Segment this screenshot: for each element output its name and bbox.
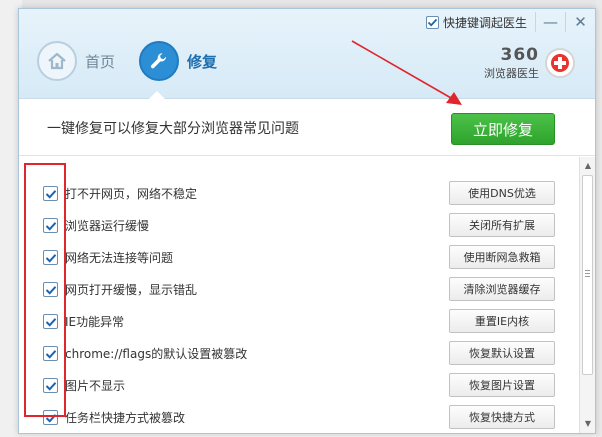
item-action-button[interactable]: 恢复图片设置 — [449, 373, 555, 397]
shortcut-toggle[interactable]: 快捷键调起医生 — [425, 14, 527, 31]
list-item: 任务栏快捷方式被篡改 恢复快捷方式 — [19, 402, 579, 433]
title-bar: 快捷键调起医生 — ✕ — [425, 9, 595, 35]
item-action-button[interactable]: 清除浏览器缓存 — [449, 277, 555, 301]
item-label: IE功能异常 — [65, 315, 125, 329]
medical-cross-icon — [545, 48, 575, 78]
list-item: 网页打开缓慢，显示错乱 清除浏览器缓存 — [19, 274, 579, 306]
item-label: 浏览器运行缓慢 — [65, 219, 150, 233]
tab-home[interactable]: 首页 — [37, 39, 115, 83]
issue-list: 打不开网页，网络不稳定 使用DNS优选 浏览器运行缓慢 关闭所有扩展 网络无法连… — [19, 157, 595, 433]
item-action-button[interactable]: 关闭所有扩展 — [449, 213, 555, 237]
item-label: chrome://flags的默认设置被篡改 — [65, 347, 248, 361]
tab-repair[interactable]: 修复 — [139, 39, 217, 83]
brand-subtitle: 浏览器医生 — [484, 67, 539, 80]
annotation-highlight-box — [24, 163, 66, 417]
item-label: 图片不显示 — [65, 379, 126, 393]
browser-doctor-window: 快捷键调起医生 — ✕ 首页 修复 360 浏览器医生 一键修复可以修复大部分浏… — [18, 8, 596, 434]
item-label: 网络无法连接等问题 — [65, 251, 174, 265]
item-label: 打不开网页，网络不稳定 — [65, 187, 198, 201]
item-action-button[interactable]: 恢复默认设置 — [449, 341, 555, 365]
item-action-button[interactable]: 重置IE内核 — [449, 309, 555, 333]
item-label: 网页打开缓慢，显示错乱 — [65, 283, 198, 297]
shortcut-checkbox[interactable] — [425, 15, 439, 29]
background-right — [596, 0, 602, 437]
home-icon — [37, 41, 77, 81]
scroll-down-icon[interactable]: ▼ — [583, 419, 593, 429]
list-item: chrome://flags的默认设置被篡改 恢复默认设置 — [19, 338, 579, 370]
close-button[interactable]: ✕ — [565, 12, 595, 32]
banner-text: 一键修复可以修复大部分浏览器常见问题 — [47, 121, 299, 137]
list-item: 网络无法连接等问题 使用断网急救箱 — [19, 242, 579, 274]
checkmark-icon — [427, 18, 438, 26]
tab-repair-label: 修复 — [187, 52, 218, 71]
item-action-button[interactable]: 使用DNS优选 — [449, 181, 555, 205]
list-scrollbar[interactable]: ▲ ▼ — [579, 157, 595, 433]
active-tab-pointer — [149, 91, 165, 99]
shortcut-label: 快捷键调起医生 — [442, 15, 527, 30]
scroll-thumb[interactable] — [582, 175, 593, 375]
tab-home-label: 首页 — [85, 52, 116, 71]
repair-banner: 一键修复可以修复大部分浏览器常见问题 立即修复 — [19, 100, 595, 156]
scroll-up-icon[interactable]: ▲ — [583, 161, 593, 171]
item-label: 任务栏快捷方式被篡改 — [65, 411, 186, 425]
list-item: 打不开网页，网络不稳定 使用DNS优选 — [19, 178, 579, 210]
wrench-icon — [139, 41, 179, 81]
item-action-button[interactable]: 使用断网急救箱 — [449, 245, 555, 269]
item-action-button[interactable]: 恢复快捷方式 — [449, 405, 555, 429]
repair-now-button[interactable]: 立即修复 — [451, 113, 555, 145]
header: 快捷键调起医生 — ✕ 首页 修复 360 浏览器医生 — [19, 9, 595, 99]
minimize-button[interactable]: — — [535, 12, 565, 32]
brand-number: 360 — [500, 45, 539, 65]
list-item: IE功能异常 重置IE内核 — [19, 306, 579, 338]
list-item: 浏览器运行缓慢 关闭所有扩展 — [19, 210, 579, 242]
brand: 360 浏览器医生 — [484, 45, 575, 81]
list-item: 图片不显示 恢复图片设置 — [19, 370, 579, 402]
